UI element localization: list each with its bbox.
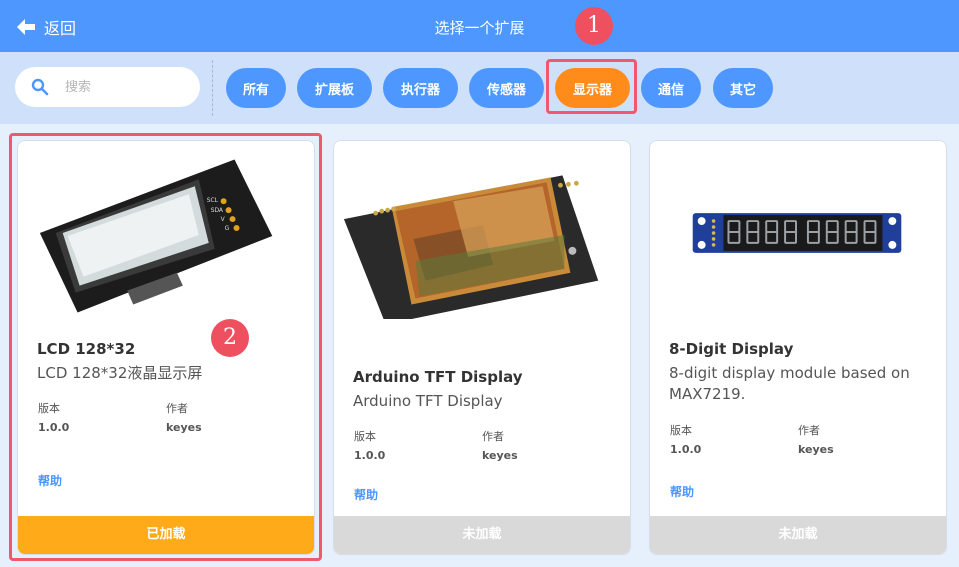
step-marker-2: 2 bbox=[211, 319, 249, 357]
eight-digit-module-image bbox=[692, 213, 902, 253]
help-link[interactable]: 帮助 bbox=[354, 486, 378, 503]
category-actuator[interactable]: 执行器 bbox=[383, 68, 458, 108]
author-label: 作者 bbox=[482, 430, 504, 443]
category-sensor[interactable]: 传感器 bbox=[469, 68, 544, 108]
author-value: keyes bbox=[798, 443, 834, 456]
header-bar: 返回 选择一个扩展 bbox=[0, 0, 959, 52]
author-label: 作者 bbox=[798, 424, 820, 437]
search-input[interactable] bbox=[65, 75, 190, 99]
card-title: 8-Digit Display bbox=[669, 340, 794, 358]
filter-divider bbox=[212, 60, 213, 116]
version-value: 1.0.0 bbox=[670, 443, 702, 456]
tft-module-image bbox=[343, 175, 599, 319]
category-all[interactable]: 所有 bbox=[226, 68, 286, 108]
author-value: keyes bbox=[482, 449, 518, 462]
page-title: 选择一个扩展 bbox=[434, 19, 525, 37]
card-status-unloaded[interactable]: 未加载 bbox=[650, 516, 946, 554]
extension-card-tft[interactable]: Arduino TFT Display Arduino TFT Display … bbox=[333, 140, 631, 555]
card-status-unloaded[interactable]: 未加载 bbox=[334, 516, 630, 554]
card-title: Arduino TFT Display bbox=[353, 368, 523, 386]
category-other[interactable]: 其它 bbox=[713, 68, 773, 108]
card-description: Arduino TFT Display bbox=[353, 392, 503, 410]
search-icon bbox=[31, 78, 49, 96]
lcd-card-highlight bbox=[9, 133, 322, 561]
version-label: 版本 bbox=[354, 430, 376, 443]
filter-bar: 所有 扩展板 执行器 传感器 显示器 通信 其它 bbox=[0, 52, 959, 124]
version-value: 1.0.0 bbox=[354, 449, 386, 462]
category-communication[interactable]: 通信 bbox=[641, 68, 701, 108]
search-box bbox=[15, 67, 200, 107]
card-description: 8-digit display module based on MAX7219. bbox=[669, 364, 910, 403]
step-marker-1: 1 bbox=[575, 7, 613, 45]
version-label: 版本 bbox=[670, 424, 692, 437]
category-expansion-board[interactable]: 扩展板 bbox=[297, 68, 372, 108]
display-category-highlight bbox=[546, 59, 637, 114]
help-link[interactable]: 帮助 bbox=[670, 483, 694, 500]
extension-card-8digit[interactable]: 8-Digit Display 8-digit display module b… bbox=[649, 140, 947, 555]
